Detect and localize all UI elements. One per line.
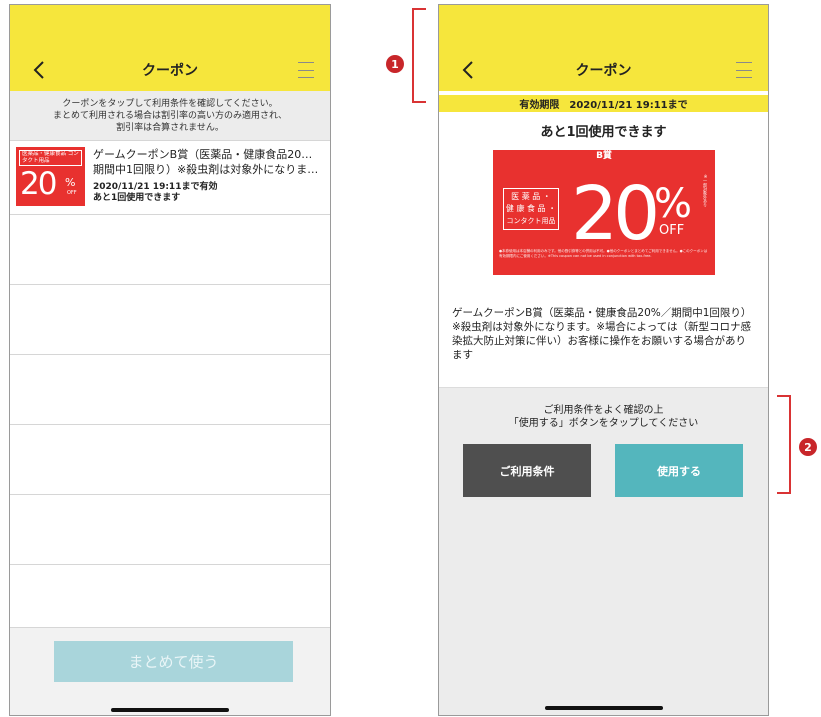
- coupon-name: ゲームクーポンB賞（医薬品・健康食品20%／ 期間中1回限り）※殺虫剤は対象外に…: [93, 147, 319, 177]
- coupon-remaining: あと1回使用できます: [93, 193, 181, 203]
- confirm-line: 「使用する」ボタンをタップしてください: [508, 418, 699, 429]
- usage-notice: クーポンをタップして利用条件を確認してください。 まとめて利用される場合は割引率…: [10, 91, 330, 141]
- terms-button[interactable]: ご利用条件: [463, 444, 591, 497]
- coupon-detail-screen: クーポン 有効期限 2020/11/21 19:11まで あと1回使用できます …: [438, 4, 769, 716]
- coupon-off: OFF: [659, 223, 685, 238]
- coupon-prize-label: B賞: [596, 151, 612, 161]
- page-title: クーポン: [142, 63, 198, 79]
- coupon-thumbnail: 医薬品・健康食品 コンタクト用品 20 % OFF: [16, 147, 85, 206]
- annotation-bracket: [412, 8, 426, 103]
- category-line: コンタクト用品: [506, 217, 556, 225]
- expiry-banner: 有効期限 2020/11/21 19:11まで: [439, 95, 768, 112]
- thumb-percent-sign: %: [65, 176, 76, 189]
- nav-bar: クーポン: [439, 49, 768, 91]
- hamburger-menu-icon: [298, 62, 314, 63]
- list-item: [10, 425, 330, 495]
- coupon-description: ゲームクーポンB賞（医薬品・健康食品20%／期間中1回限り）※殺虫剤は対象外にな…: [452, 307, 752, 361]
- thumb-off: OFF: [67, 190, 77, 196]
- coupon-side-note: ※一部対象外あり: [703, 174, 708, 207]
- annotation-marker-2: 2: [799, 438, 817, 456]
- home-indicator: [111, 708, 229, 712]
- back-button[interactable]: [457, 57, 479, 83]
- coupon-image: B賞 医 薬 品 ・ 健 康 食 品 ・ コンタクト用品 20 % OFF ※一…: [493, 150, 715, 275]
- notice-line: クーポンをタップして利用条件を確認してください。: [62, 98, 278, 109]
- use-button[interactable]: 使用する: [615, 444, 743, 497]
- coupon-name-line: 期間中1回限り）※殺虫剤は対象外になります…: [93, 163, 319, 176]
- status-bar: [439, 5, 768, 49]
- back-button[interactable]: [28, 57, 50, 83]
- coupon-percent: 20: [571, 171, 660, 257]
- notice-line: まとめて利用される場合は割引率の高い方のみ適用され、: [52, 110, 288, 121]
- list-item: [10, 355, 330, 425]
- notice-line: 割引率は合算されません。: [116, 122, 224, 133]
- coupon-fine-print: ●本券使用は本店舗の利用のみです。他の割引券等との併用は不可。●他のクーポンとま…: [499, 249, 708, 258]
- coupon-expiry: 2020/11/21 19:11まで有効: [93, 182, 218, 192]
- remaining-uses: あと1回使用できます: [540, 125, 667, 140]
- confirm-line: ご利用条件をよく確認の上: [543, 405, 664, 416]
- coupon-category-box: 医 薬 品 ・ 健 康 食 品 ・ コンタクト用品: [503, 188, 559, 230]
- chevron-left-icon: [462, 61, 473, 79]
- list-item: [10, 285, 330, 355]
- menu-button[interactable]: [736, 62, 752, 78]
- list-item: [10, 495, 330, 565]
- category-line: 健 康 食 品 ・: [505, 204, 557, 213]
- category-line: 医 薬 品 ・: [511, 192, 551, 201]
- thumb-percent: 20: [20, 166, 57, 202]
- status-bar: [10, 5, 330, 49]
- use-together-button[interactable]: まとめて使う: [54, 641, 293, 682]
- coupon-list-item[interactable]: 医薬品・健康食品 コンタクト用品 20 % OFF ゲームクーポンB賞（医薬品・…: [10, 141, 330, 215]
- list-item: [10, 565, 330, 635]
- hamburger-menu-icon: [736, 62, 752, 63]
- page-title: クーポン: [575, 63, 632, 79]
- nav-bar: クーポン: [10, 49, 330, 91]
- coupon-name-line: ゲームクーポンB賞（医薬品・健康食品20%／: [93, 148, 319, 161]
- menu-button[interactable]: [298, 62, 314, 78]
- thumb-category: 医薬品・健康食品 コンタクト用品: [19, 150, 82, 166]
- annotation-marker-1: 1: [386, 55, 404, 73]
- coupon-percent-sign: %: [654, 181, 693, 227]
- coupon-item-text: ゲームクーポンB賞（医薬品・健康食品20%／ 期間中1回限り）※殺虫剤は対象外に…: [93, 147, 319, 214]
- action-panel: ご利用条件をよく確認の上 「使用する」ボタンをタップしてください ご利用条件 使…: [439, 387, 768, 715]
- home-indicator: [544, 706, 663, 710]
- coupon-list-screen: クーポン クーポンをタップして利用条件を確認してください。 まとめて利用される場…: [9, 4, 331, 716]
- confirm-instructions: ご利用条件をよく確認の上 「使用する」ボタンをタップしてください: [439, 404, 768, 430]
- annotation-bracket: [777, 395, 791, 494]
- list-item: [10, 215, 330, 285]
- bottom-bar: まとめて使う: [10, 627, 330, 715]
- chevron-left-icon: [33, 61, 44, 79]
